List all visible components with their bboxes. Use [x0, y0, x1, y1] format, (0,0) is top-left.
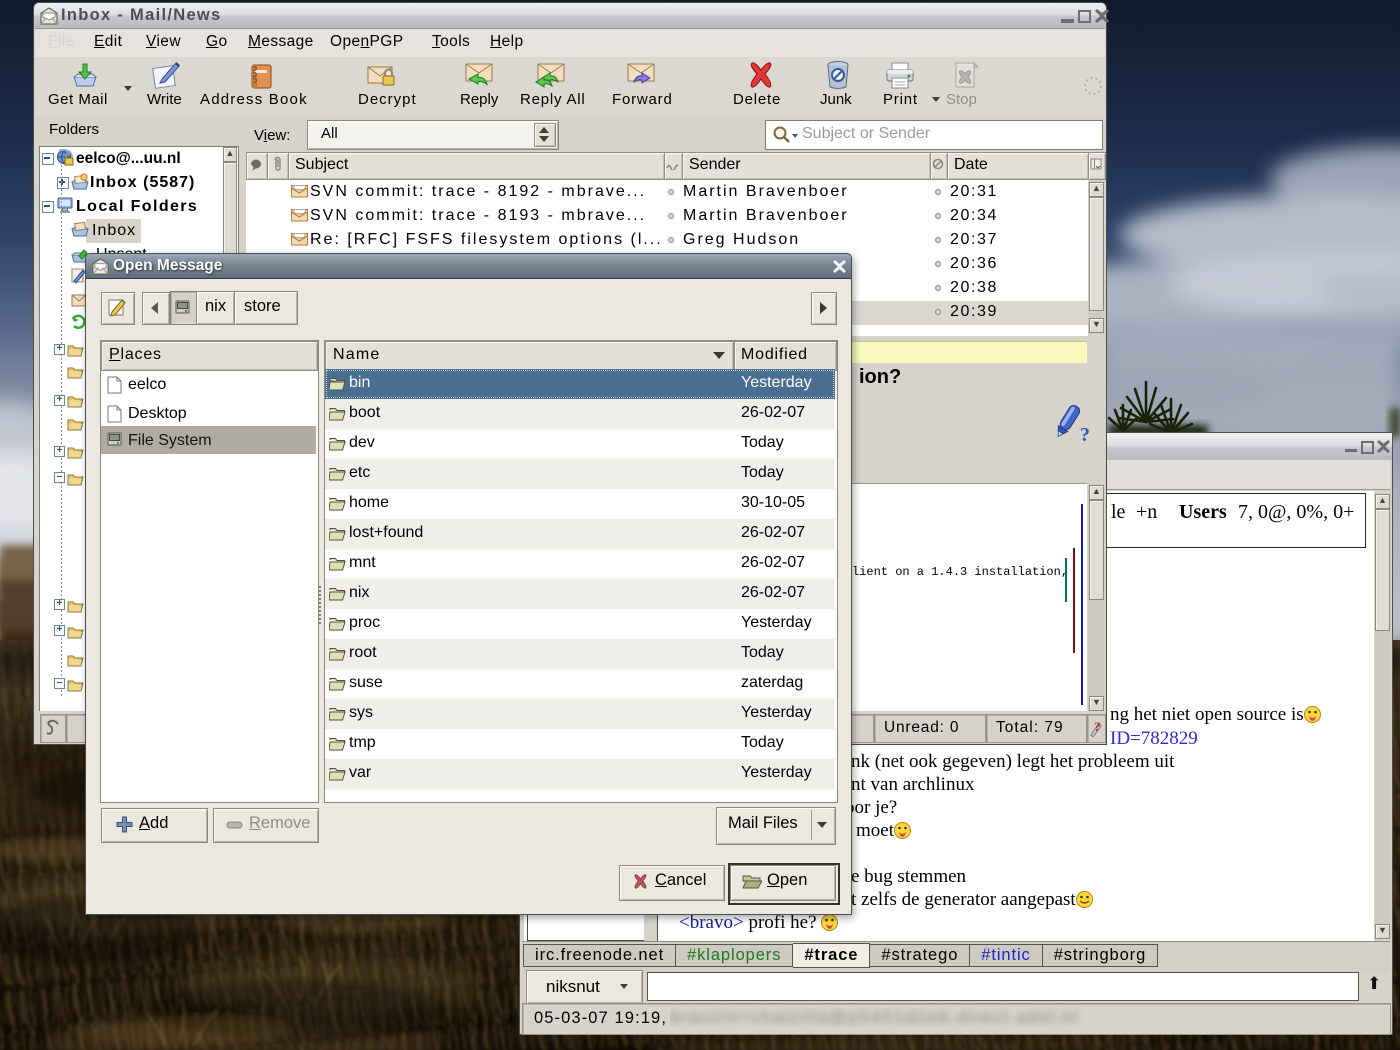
svg-text:?: ?	[1094, 719, 1101, 734]
svg-text:?: ?	[1080, 424, 1090, 446]
